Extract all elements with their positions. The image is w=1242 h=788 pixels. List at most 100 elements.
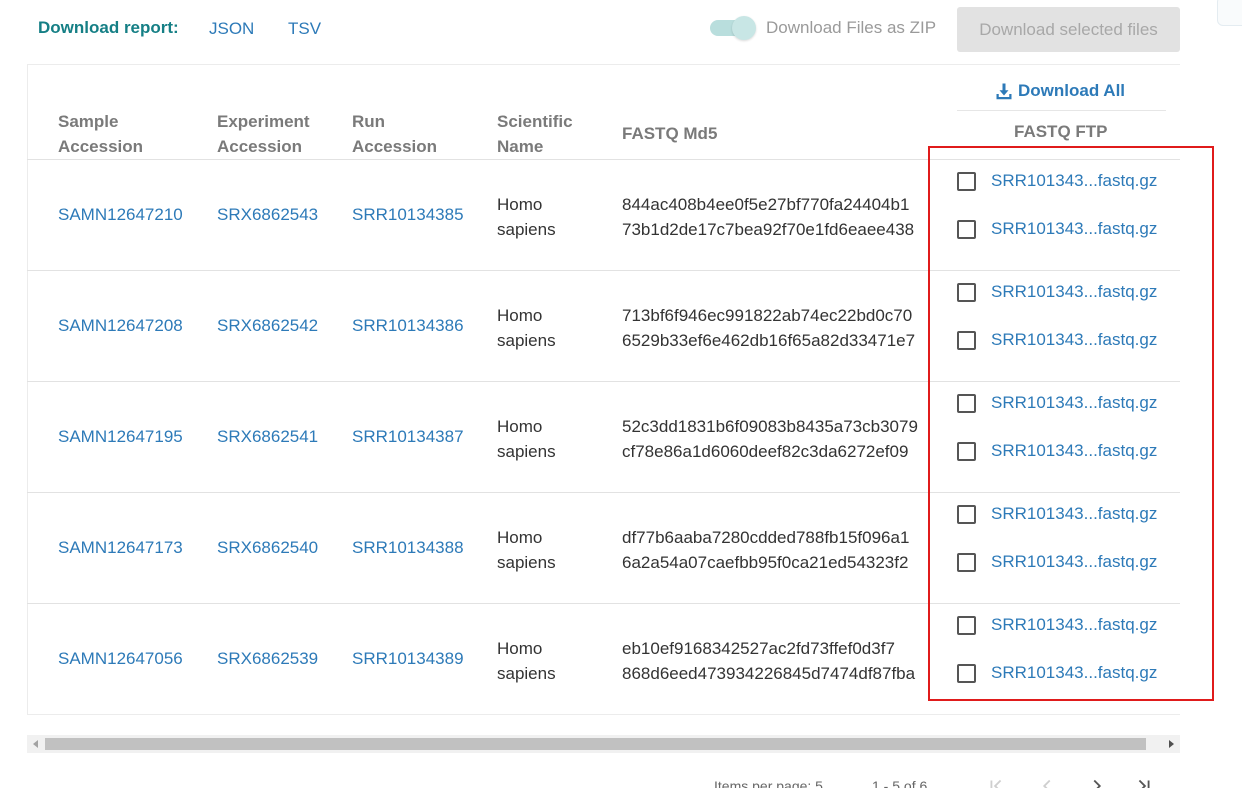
download-all-label: Download All	[1018, 81, 1126, 100]
fastq-ftp-item: SRR101343...fastq.gz	[957, 171, 1157, 191]
fastq-md5-2: 6529b33ef6e462db16f65a82d33471e7	[622, 331, 916, 350]
header-fastq-md5[interactable]: FASTQ Md5	[622, 121, 717, 146]
scientific-name-line1: Homo	[497, 417, 543, 436]
fastq-ftp-item: SRR101343...fastq.gz	[957, 219, 1157, 239]
experiment-accession-link[interactable]: SRX6862541	[217, 427, 318, 447]
fastq-ftp-item: SRR101343...fastq.gz	[957, 441, 1157, 461]
header-run-line2: Accession	[352, 137, 438, 156]
fastq-ftp-item: SRR101343...fastq.gz	[957, 282, 1157, 302]
header-experiment-accession[interactable]: Experiment Accession	[217, 109, 310, 159]
scrollbar-thumb[interactable]	[45, 738, 1146, 750]
header-sample-accession[interactable]: Sample Accession	[58, 109, 143, 159]
fastq-ftp-link[interactable]: SRR101343...fastq.gz	[991, 615, 1157, 635]
run-accession-link[interactable]: SRR10134389	[352, 649, 464, 669]
experiment-accession-link[interactable]: SRX6862539	[217, 649, 318, 669]
fastq-md5-1: df77b6aaba7280cdded788fb15f096a1	[622, 528, 910, 547]
sample-accession-link[interactable]: SAMN12647210	[58, 205, 183, 225]
fastq-ftp-item: SRR101343...fastq.gz	[957, 615, 1157, 635]
fastq-ftp-link[interactable]: SRR101343...fastq.gz	[991, 219, 1157, 239]
experiment-accession-link[interactable]: SRX6862542	[217, 316, 318, 336]
fastq-ftp-link[interactable]: SRR101343...fastq.gz	[991, 330, 1157, 350]
fastq-md5: 844ac408b4ee0f5e27bf770fa24404b1 73b1d2d…	[622, 192, 914, 242]
run-accession-link[interactable]: SRR10134385	[352, 205, 464, 225]
download-json-link[interactable]: JSON	[209, 19, 254, 39]
fastq-md5: eb10ef9168342527ac2fd73ffef0d3f7 868d6ee…	[622, 636, 915, 686]
page-range-label: 1 - 5 of 6	[872, 778, 928, 788]
items-per-page-label: Items per page: 5	[714, 778, 823, 788]
experiment-accession-link[interactable]: SRX6862540	[217, 538, 318, 558]
header-run-line1: Run	[352, 112, 386, 131]
header-run-accession[interactable]: Run Accession	[352, 109, 437, 159]
download-selected-button[interactable]: Download selected files	[957, 7, 1180, 52]
run-accession-link[interactable]: SRR10134386	[352, 316, 464, 336]
file-checkbox[interactable]	[957, 171, 976, 191]
fastq-ftp-link[interactable]: SRR101343...fastq.gz	[991, 552, 1157, 572]
previous-page-icon[interactable]	[1036, 775, 1058, 788]
fastq-md5-2: cf78e86a1d6060deef82c3da6272ef09	[622, 442, 909, 461]
header-scientific-name[interactable]: Scientific Name	[497, 109, 573, 159]
scientific-name-line1: Homo	[497, 195, 543, 214]
corner-panel-tab[interactable]	[1217, 0, 1242, 26]
fastq-ftp-link[interactable]: SRR101343...fastq.gz	[991, 441, 1157, 461]
fastq-ftp-item: SRR101343...fastq.gz	[957, 330, 1157, 350]
file-checkbox[interactable]	[957, 282, 976, 302]
file-checkbox[interactable]	[957, 330, 976, 350]
run-accession-link[interactable]: SRR10134388	[352, 538, 464, 558]
first-page-icon[interactable]	[985, 775, 1007, 788]
table-row: SAMN12647210 SRX6862543 SRR10134385 Homo…	[27, 160, 1180, 271]
file-checkbox[interactable]	[957, 441, 976, 461]
header-sample-line2: Accession	[58, 137, 144, 156]
last-page-icon[interactable]	[1133, 775, 1155, 788]
table-row: SAMN12647195 SRX6862541 SRR10134387 Homo…	[27, 382, 1180, 493]
run-accession-link[interactable]: SRR10134387	[352, 427, 464, 447]
scientific-name-line2: sapiens	[497, 664, 556, 683]
download-all-divider	[957, 110, 1166, 111]
download-report-label: Download report:	[38, 18, 179, 37]
fastq-md5-1: eb10ef9168342527ac2fd73ffef0d3f7	[622, 639, 895, 658]
header-scientific-line1: Scientific	[497, 112, 573, 131]
sample-accession-link[interactable]: SAMN12647056	[58, 649, 183, 669]
scroll-right-arrow-icon[interactable]	[1169, 740, 1174, 748]
horizontal-scrollbar[interactable]	[27, 735, 1180, 753]
fastq-ftp-link[interactable]: SRR101343...fastq.gz	[991, 393, 1157, 413]
header-fastq-ftp: FASTQ FTP	[1014, 122, 1108, 141]
download-all-button[interactable]: Download All	[995, 81, 1125, 101]
table-row: SAMN12647173 SRX6862540 SRR10134388 Homo…	[27, 493, 1180, 604]
scroll-left-arrow-icon[interactable]	[33, 740, 38, 748]
scientific-name-line1: Homo	[497, 306, 543, 325]
zip-toggle[interactable]	[710, 16, 756, 40]
scientific-name: Homo sapiens	[497, 414, 607, 464]
file-checkbox[interactable]	[957, 552, 976, 572]
scientific-name: Homo sapiens	[497, 192, 607, 242]
page: Download report: JSON TSV Download Files…	[0, 0, 1242, 788]
scientific-name-line2: sapiens	[497, 553, 556, 572]
next-page-icon[interactable]	[1086, 775, 1108, 788]
header-experiment-line1: Experiment	[217, 112, 310, 131]
fastq-ftp-link[interactable]: SRR101343...fastq.gz	[991, 171, 1157, 191]
scientific-name-line2: sapiens	[497, 442, 556, 461]
sample-accession-link[interactable]: SAMN12647173	[58, 538, 183, 558]
fastq-ftp-link[interactable]: SRR101343...fastq.gz	[991, 663, 1157, 683]
fastq-ftp-item: SRR101343...fastq.gz	[957, 504, 1157, 524]
scientific-name-line2: sapiens	[497, 331, 556, 350]
fastq-md5-1: 844ac408b4ee0f5e27bf770fa24404b1	[622, 195, 910, 214]
fastq-md5-2: 868d6eed473934226845d7474df87fba	[622, 664, 916, 683]
header-scientific-line2: Name	[497, 137, 544, 156]
file-checkbox[interactable]	[957, 393, 976, 413]
file-checkbox[interactable]	[957, 615, 976, 635]
scientific-name-line2: sapiens	[497, 220, 556, 239]
fastq-ftp-item: SRR101343...fastq.gz	[957, 663, 1157, 683]
scientific-name: Homo sapiens	[497, 636, 607, 686]
file-checkbox[interactable]	[957, 504, 976, 524]
file-checkbox[interactable]	[957, 219, 976, 239]
experiment-accession-link[interactable]: SRX6862543	[217, 205, 318, 225]
header-sample-line1: Sample	[58, 112, 119, 131]
file-checkbox[interactable]	[957, 663, 976, 683]
download-tsv-link[interactable]: TSV	[288, 19, 321, 39]
scientific-name: Homo sapiens	[497, 303, 607, 353]
fastq-ftp-link[interactable]: SRR101343...fastq.gz	[991, 504, 1157, 524]
sample-accession-link[interactable]: SAMN12647208	[58, 316, 183, 336]
sample-accession-link[interactable]: SAMN12647195	[58, 427, 183, 447]
fastq-ftp-link[interactable]: SRR101343...fastq.gz	[991, 282, 1157, 302]
fastq-md5-1: 713bf6f946ec991822ab74ec22bd0c70	[622, 306, 913, 325]
